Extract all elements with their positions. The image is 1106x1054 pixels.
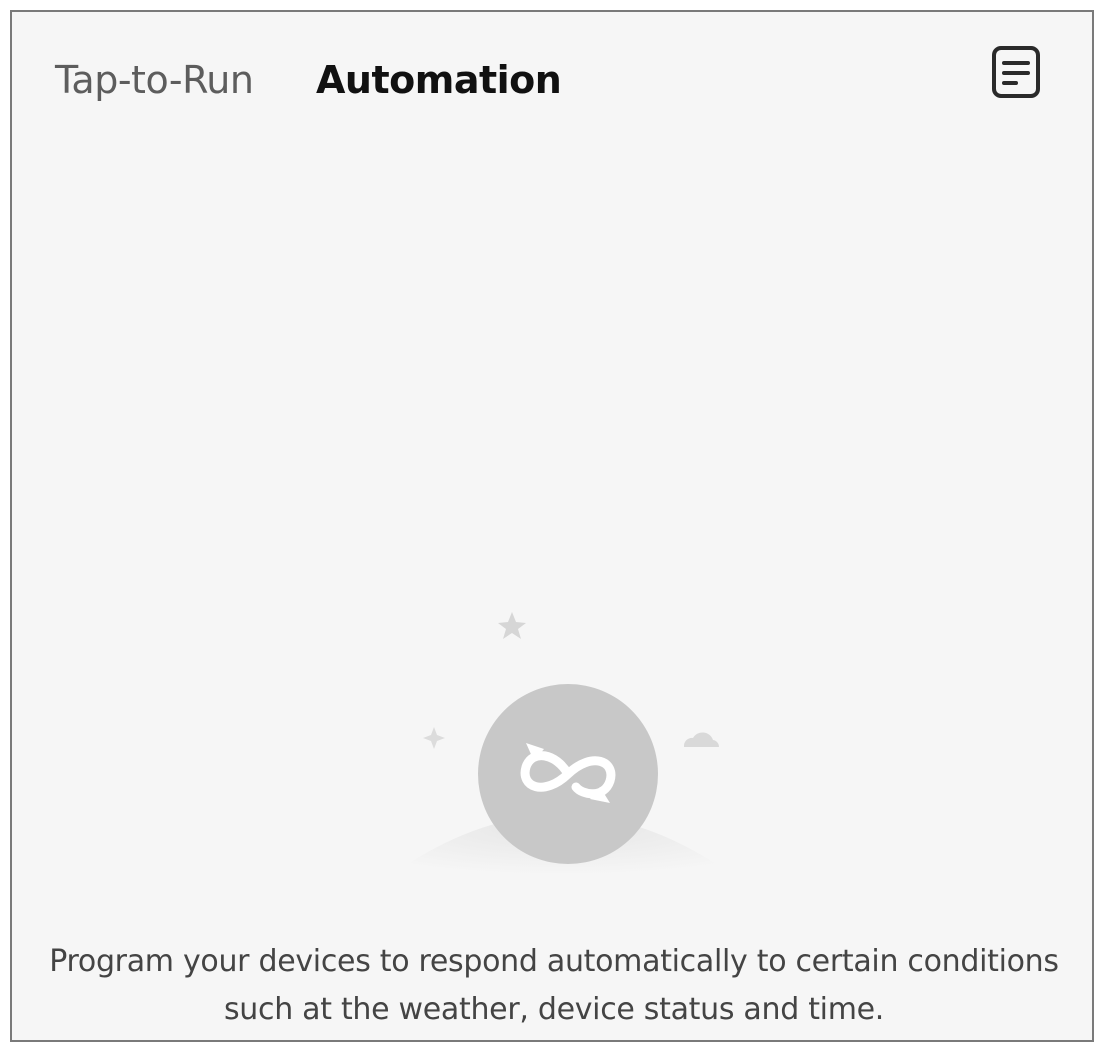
empty-state-message: Program your devices to respond automati… <box>12 938 1096 1034</box>
tab-automation[interactable]: Automation <box>316 56 562 104</box>
document-list-icon <box>992 46 1040 98</box>
cloud-icon <box>683 732 720 747</box>
automation-screen: Tap-to-Run Automation Program your devic… <box>10 10 1094 1042</box>
empty-state-illustration <box>372 597 752 897</box>
message-line-1: Program your devices to respond automati… <box>49 944 1059 979</box>
tab-tap-to-run[interactable]: Tap-to-Run <box>55 56 254 104</box>
message-line-2: such at the weather, device status and t… <box>223 992 885 1027</box>
log-button[interactable] <box>986 42 1048 104</box>
star-icon <box>498 612 526 639</box>
sparkle-icon <box>423 727 445 749</box>
